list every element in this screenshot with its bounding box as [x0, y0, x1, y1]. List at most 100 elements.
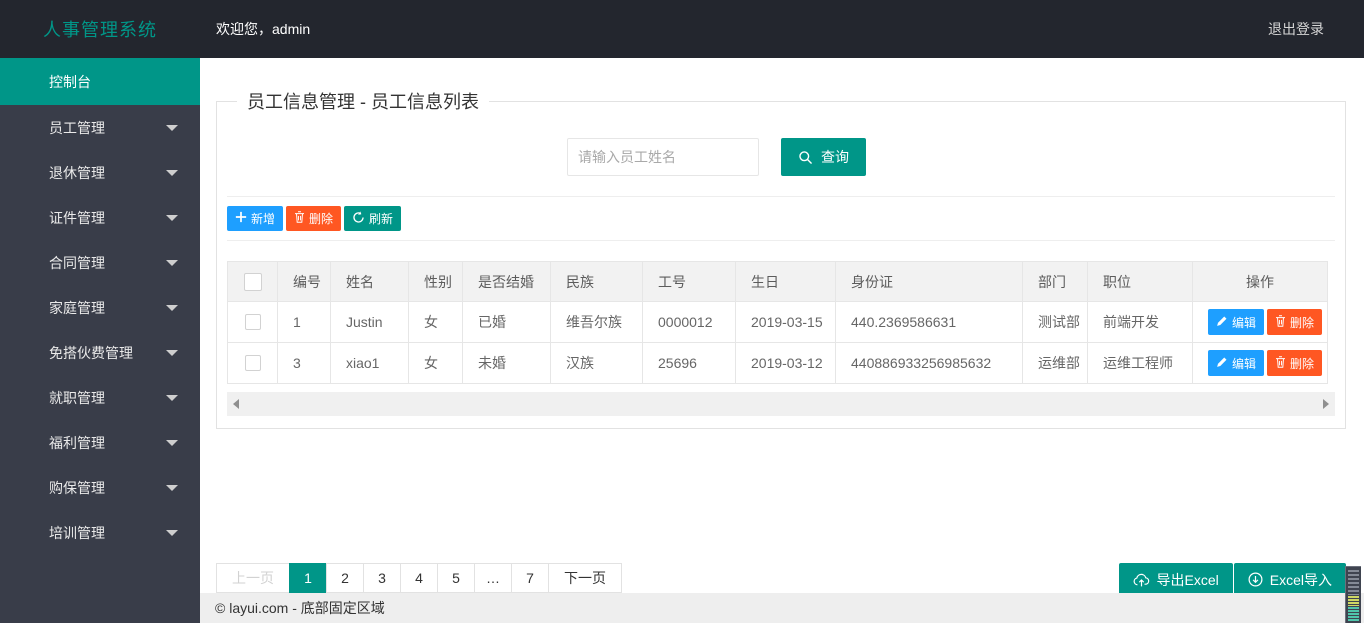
pagination-page-4[interactable]: 4 — [400, 563, 438, 593]
chevron-down-icon — [166, 439, 178, 452]
delete-button[interactable]: 删除 — [286, 206, 342, 231]
pagination-page-7[interactable]: 7 — [511, 563, 549, 593]
chevron-down-icon — [166, 124, 178, 137]
sidebar-item-employment[interactable]: 就职管理 — [0, 375, 200, 420]
table-cell: 运维部 — [1022, 342, 1088, 384]
employee-list-panel: 员工信息管理 - 员工信息列表 查询 新增删除刷新 编号姓名性别是否结婚民族工号… — [216, 88, 1346, 429]
page-footer: © layui.com - 底部固定区域 — [200, 593, 1364, 623]
edit-row-button[interactable]: 编辑 — [1208, 309, 1265, 335]
sidebar-item-certificate[interactable]: 证件管理 — [0, 195, 200, 240]
table-cell: 维吾尔族 — [550, 301, 643, 343]
table-cell: 2019-03-12 — [735, 342, 836, 384]
pagination-prev[interactable]: 上一页 — [216, 563, 290, 593]
sidebar-item-label: 合同管理 — [49, 254, 105, 271]
edit-row-button[interactable]: 编辑 — [1208, 350, 1265, 376]
pagination-ellipsis: … — [474, 563, 512, 593]
table-cell: 440886933256985632 — [835, 342, 1023, 384]
delete-row-button[interactable]: 删除 — [1267, 309, 1323, 335]
main-content: 员工信息管理 - 员工信息列表 查询 新增删除刷新 编号姓名性别是否结婚民族工号… — [200, 58, 1364, 623]
sidebar-item-contract[interactable]: 合同管理 — [0, 240, 200, 285]
pagination-page-1[interactable]: 1 — [289, 563, 327, 593]
minimap-stripes-gray — [1348, 570, 1359, 595]
table-header-row: 编号 姓名 性别 是否结婚 民族 工号 生日 身份证 部门 职位 操作 — [227, 261, 1328, 302]
chevron-down-icon — [166, 169, 178, 182]
table-cell: 2019-03-15 — [735, 301, 836, 343]
sidebar-item-retirement[interactable]: 退休管理 — [0, 150, 200, 195]
table-toolbar: 新增 删除 刷新 — [227, 206, 1335, 231]
chevron-down-icon — [166, 259, 178, 272]
cloud-upload-icon — [1133, 573, 1150, 587]
row-checkbox[interactable] — [244, 355, 261, 371]
sidebar-item-insurance[interactable]: 购保管理 — [0, 465, 200, 510]
top-header: 人事管理系统 欢迎您，admin 退出登录 — [0, 0, 1364, 58]
table-cell: 3 — [277, 342, 331, 384]
pagination-page-3[interactable]: 3 — [363, 563, 401, 593]
table-cell: Justin — [330, 301, 409, 343]
pagination-page-2[interactable]: 2 — [326, 563, 364, 593]
sidebar-item-console[interactable]: 控制台 — [0, 58, 200, 105]
table-cell: xiao1 — [330, 342, 409, 384]
sidebar-item-meal-fee[interactable]: 免搭伙费管理 — [0, 330, 200, 375]
table-cell: 25696 — [642, 342, 736, 384]
sidebar-item-family[interactable]: 家庭管理 — [0, 285, 200, 330]
logout-link[interactable]: 退出登录 — [1268, 19, 1324, 39]
app-title: 人事管理系统 — [43, 20, 157, 40]
table-cell: 女 — [408, 301, 463, 343]
select-all-checkbox[interactable] — [243, 272, 262, 291]
minimap-stripes-yellow — [1348, 596, 1359, 606]
sidebar-item-label: 培训管理 — [49, 524, 105, 541]
row-checkbox[interactable] — [244, 314, 261, 330]
table-cell: 女 — [408, 342, 463, 384]
chevron-down-icon — [166, 484, 178, 497]
add-button[interactable]: 新增 — [227, 206, 284, 231]
sidebar-item-label: 免搭伙费管理 — [49, 344, 133, 361]
divider — [227, 240, 1335, 241]
chevron-down-icon — [166, 349, 178, 362]
table-cell: 已婚 — [462, 301, 551, 343]
scroll-left-icon[interactable] — [233, 399, 239, 409]
sidebar-item-welfare[interactable]: 福利管理 — [0, 420, 200, 465]
table-cell: 汉族 — [550, 342, 643, 384]
table-cell: 1 — [277, 301, 331, 343]
table-row: 3 xiao1 女未婚 汉族 25696 2019-03-12 44088693325698… — [227, 342, 1328, 384]
sidebar-item-label: 购保管理 — [49, 479, 105, 496]
excel-buttons: 导出Excel Excel导入 — [1118, 563, 1346, 596]
sidebar-item-label: 福利管理 — [49, 434, 105, 451]
column-header: 职位 — [1087, 261, 1193, 302]
minimap-scrollbar[interactable] — [1345, 566, 1361, 623]
sidebar-item-label: 就职管理 — [49, 389, 105, 406]
sidebar-item-label: 证件管理 — [49, 209, 105, 226]
search-button[interactable]: 查询 — [781, 138, 866, 176]
pagination-page-5[interactable]: 5 — [437, 563, 475, 593]
delete-row-button[interactable]: 删除 — [1267, 350, 1323, 376]
horizontal-scrollbar[interactable] — [227, 392, 1335, 416]
refresh-button[interactable]: 刷新 — [344, 206, 402, 231]
welcome-text: 欢迎您，admin — [216, 21, 311, 37]
sidebar-item-employee[interactable]: 员工管理 — [0, 105, 200, 150]
sidebar-item-label: 家庭管理 — [49, 299, 105, 316]
bottom-row: 上一页 1 2 3 4 5… 7 下一页 导出Excel Excel导入 — [216, 563, 1346, 596]
page-title: 员工信息管理 - 员工信息列表 — [247, 92, 479, 112]
search-icon — [798, 150, 813, 165]
table-cell: 运维工程师 — [1087, 342, 1193, 384]
sidebar-nav: 控制台 员工管理退休管理证件管理合同管理家庭管理免搭伙费管理 就职管理福利管理购保管… — [0, 58, 200, 623]
sidebar-item-label: 退休管理 — [49, 164, 105, 181]
table-cell: 前端开发 — [1087, 301, 1193, 343]
column-header: 部门 — [1022, 261, 1088, 302]
scroll-right-icon[interactable] — [1323, 399, 1329, 409]
pagination-next[interactable]: 下一页 — [548, 563, 622, 593]
column-header: 操作 — [1192, 261, 1328, 302]
pencil-icon — [1216, 315, 1228, 330]
download-circle-icon — [1248, 572, 1263, 587]
pencil-icon — [1216, 356, 1228, 371]
table-cell: 440.2369586631 — [835, 301, 1023, 343]
trash-icon — [1275, 355, 1286, 371]
import-excel-button[interactable]: Excel导入 — [1233, 563, 1346, 596]
export-excel-button[interactable]: 导出Excel — [1118, 563, 1233, 596]
search-input[interactable] — [567, 138, 759, 176]
trash-icon — [1275, 314, 1286, 330]
sidebar-item-training[interactable]: 培训管理 — [0, 510, 200, 555]
table-row: 1 Justin 女已婚 维吾尔族 0000012 2019-03-15 440.23695… — [227, 301, 1328, 343]
table-cell: 测试部 — [1022, 301, 1088, 343]
column-header: 姓名 — [330, 261, 409, 302]
